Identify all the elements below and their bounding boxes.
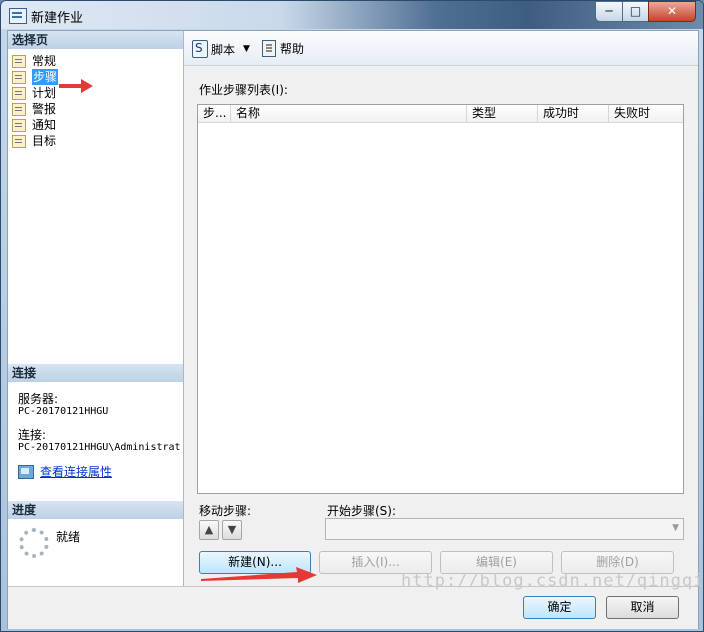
- column-header-on-success[interactable]: 成功时: [538, 105, 609, 122]
- start-step-select[interactable]: ▼: [325, 518, 684, 540]
- maximize-button[interactable]: □: [622, 1, 649, 22]
- page-label: 警报: [32, 102, 57, 116]
- minimize-button[interactable]: ─: [595, 1, 623, 22]
- page-item-schedules[interactable]: 计划: [12, 85, 58, 101]
- server-label: 服务器:: [18, 392, 59, 406]
- column-header-step[interactable]: 步...: [198, 105, 231, 122]
- move-up-button[interactable]: ▲: [199, 520, 219, 540]
- column-header-name[interactable]: 名称: [231, 105, 467, 122]
- page-label: 步骤: [32, 69, 59, 85]
- ok-button[interactable]: 确定: [523, 596, 596, 619]
- table-header: 步... 名称 类型 成功时 失败时: [198, 105, 683, 123]
- page-item-alerts[interactable]: 警报: [12, 101, 58, 117]
- page-label: 计划: [32, 86, 57, 100]
- chevron-down-icon: ▼: [672, 523, 679, 533]
- page-item-notifications[interactable]: 通知: [12, 117, 58, 133]
- page-item-targets[interactable]: 目标: [12, 133, 58, 149]
- new-job-window: 新建作业 ─ □ ✕ 选择页 常规 步骤 计划 警报 通知 目标 连接 服务器:…: [0, 0, 704, 632]
- cancel-button[interactable]: 取消: [606, 596, 679, 619]
- left-pane: 选择页 常规 步骤 计划 警报 通知 目标 连接 服务器: PC-2017012…: [8, 31, 184, 586]
- select-page-header: 选择页: [8, 31, 183, 49]
- help-label: 帮助: [280, 42, 305, 56]
- arrow-up-icon: ▲: [204, 523, 214, 536]
- view-connection-properties-link[interactable]: 查看连接属性: [18, 463, 112, 480]
- page-item-steps[interactable]: 步骤: [12, 69, 59, 85]
- script-button[interactable]: 脚本 ▼: [192, 40, 250, 58]
- progress-spinner-icon: [19, 528, 49, 558]
- help-button[interactable]: 帮助: [262, 40, 304, 57]
- dialog-button-bar: 确定 取消: [8, 586, 698, 629]
- page-icon: [12, 118, 26, 132]
- page-list: 常规 步骤 计划 警报 通知 目标: [12, 53, 59, 149]
- page-label: 目标: [32, 134, 57, 148]
- server-value: PC-20170121HHGU: [18, 406, 109, 417]
- connection-header: 连接: [8, 364, 183, 382]
- page-item-general[interactable]: 常规: [12, 53, 58, 69]
- help-icon: [262, 40, 276, 57]
- connection-label: 连接:: [18, 428, 47, 442]
- job-steps-list-label: 作业步骤列表(I):: [199, 83, 288, 97]
- page-label: 通知: [32, 118, 57, 132]
- dialog-client: 选择页 常规 步骤 计划 警报 通知 目标 连接 服务器: PC-2017012…: [7, 30, 699, 629]
- connection-properties-icon: [18, 464, 34, 479]
- watermark-text: http://blog.csdn.net/qingqin1: [401, 571, 704, 591]
- move-down-button[interactable]: ▼: [222, 520, 242, 540]
- annotation-arrow-icon: [59, 79, 93, 93]
- title-bar[interactable]: 新建作业 ─ □ ✕: [1, 1, 703, 29]
- window-title: 新建作业: [31, 11, 84, 26]
- column-header-on-failure[interactable]: 失败时: [609, 105, 683, 122]
- move-step-label: 移动步骤:: [199, 504, 252, 518]
- page-label: 常规: [32, 54, 57, 68]
- chevron-down-icon[interactable]: ▼: [243, 44, 250, 54]
- script-label: 脚本: [211, 42, 236, 57]
- toolbar: 脚本 ▼ 帮助: [184, 31, 698, 66]
- column-header-type[interactable]: 类型: [467, 105, 538, 122]
- page-icon: [12, 54, 26, 68]
- progress-header: 进度: [8, 501, 183, 519]
- progress-status: 就绪: [56, 530, 81, 544]
- view-connection-properties-text: 查看连接属性: [40, 465, 113, 479]
- page-icon: [12, 134, 26, 148]
- page-icon: [12, 102, 26, 116]
- right-pane: 脚本 ▼ 帮助 作业步骤列表(I): 步... 名称 类型 成功时 失败时: [184, 31, 698, 586]
- start-step-label: 开始步骤(S):: [327, 504, 397, 518]
- page-icon: [12, 70, 26, 84]
- page-icon: [12, 86, 26, 100]
- script-icon: [192, 40, 208, 58]
- job-steps-table[interactable]: 步... 名称 类型 成功时 失败时: [197, 104, 684, 494]
- annotation-arrow-icon: [201, 567, 317, 583]
- arrow-down-icon: ▼: [227, 523, 237, 536]
- close-button[interactable]: ✕: [648, 1, 696, 22]
- app-icon: [9, 8, 27, 24]
- connection-value: PC-20170121HHGU\Administrat: [18, 442, 181, 453]
